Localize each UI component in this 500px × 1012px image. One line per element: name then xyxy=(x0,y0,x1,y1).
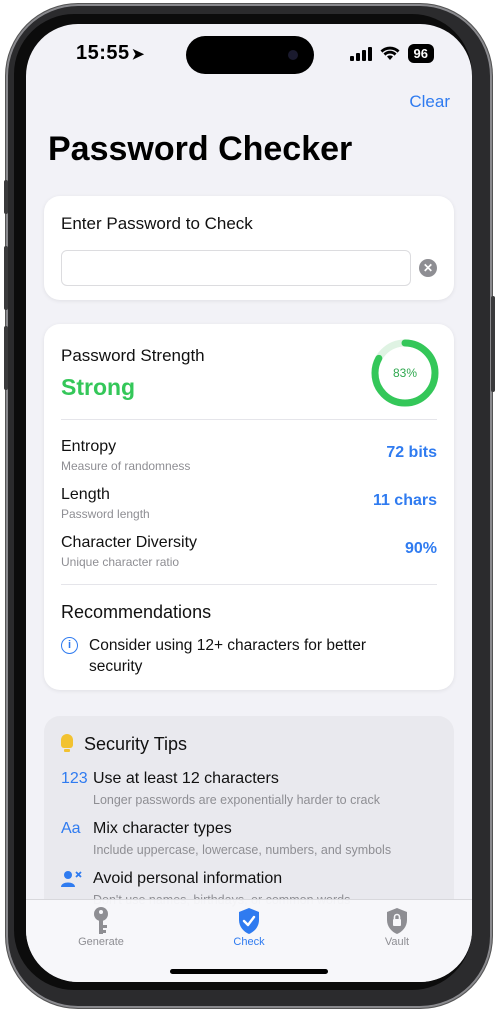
tab-generate[interactable]: Generate xyxy=(56,906,146,948)
shield-check-icon xyxy=(204,906,294,936)
cellular-signal-icon xyxy=(349,46,372,61)
tip-item: 123 Use at least 12 characters Longer pa… xyxy=(61,770,437,807)
lock-icon xyxy=(352,906,442,936)
location-arrow-icon: ➤ xyxy=(131,46,145,63)
tip-sub: Include uppercase, lowercase, numbers, a… xyxy=(93,843,392,857)
tips-title: Security Tips xyxy=(84,734,188,754)
numbers-icon: 123 xyxy=(61,770,88,787)
input-label: Enter Password to Check xyxy=(61,214,253,233)
clear-input-icon[interactable]: ✕ xyxy=(419,259,437,277)
volume-down-button xyxy=(4,326,8,390)
password-input-card: Enter Password to Check ✕ xyxy=(44,196,454,300)
strength-card: Password Strength Strong 83% Entropy Mea… xyxy=(44,324,454,690)
recommendations-title: Recommendations xyxy=(61,602,212,622)
password-input[interactable] xyxy=(61,250,411,286)
recommendation-item: i Consider using 12+ characters for bett… xyxy=(61,635,389,677)
screen: 15:55 ➤ 96 Clear Password Checker Enter P… xyxy=(26,24,472,982)
metric-sub: Measure of randomness xyxy=(61,459,191,473)
status-time: 15:55 ➤ xyxy=(76,42,145,65)
tip-sub: Longer passwords are exponentially harde… xyxy=(93,793,380,807)
camera-icon xyxy=(288,50,298,60)
info-icon: i xyxy=(61,637,78,654)
action-button xyxy=(4,180,8,214)
tab-label: Check xyxy=(233,936,265,948)
metric-label: Character Diversity xyxy=(61,534,198,551)
text-case-icon: Aa xyxy=(61,820,81,837)
metric-value: 90% xyxy=(404,540,437,557)
metric-entropy: Entropy Measure of randomness 72 bits xyxy=(61,438,437,473)
metric-value: 11 chars xyxy=(372,492,437,509)
clear-button[interactable]: Clear xyxy=(409,92,450,112)
tip-main: Use at least 12 characters xyxy=(93,770,279,787)
divider xyxy=(61,584,437,585)
tip-main: Avoid personal information xyxy=(93,870,283,887)
tab-label: Vault xyxy=(384,936,410,948)
tab-label: Generate xyxy=(78,936,124,948)
metric-value: 72 bits xyxy=(386,444,437,461)
divider xyxy=(61,419,437,420)
status-indicators: 96 xyxy=(349,44,434,63)
tab-vault[interactable]: Vault xyxy=(352,906,442,948)
wifi-icon xyxy=(380,46,400,60)
person-x-icon xyxy=(61,870,89,893)
strength-value: Strong xyxy=(61,374,136,400)
tip-item: Aa Mix character types Include uppercase… xyxy=(61,820,437,857)
metric-label: Entropy xyxy=(61,438,117,455)
metric-sub: Unique character ratio xyxy=(61,555,180,569)
tip-main: Mix character types xyxy=(93,820,232,837)
strength-label: Password Strength xyxy=(61,346,205,365)
home-indicator xyxy=(170,969,328,974)
tab-bar: Generate Check Vault xyxy=(26,899,472,982)
metric-length: Length Password length 11 chars xyxy=(61,486,437,521)
volume-up-button xyxy=(4,246,8,310)
time-text: 15:55 xyxy=(76,42,130,64)
metric-diversity: Character Diversity Unique character rat… xyxy=(61,534,437,569)
lightbulb-icon xyxy=(61,734,73,752)
recommendation-text: Consider using 12+ characters for better… xyxy=(89,637,366,675)
power-button xyxy=(491,296,495,392)
tab-check[interactable]: Check xyxy=(204,906,294,948)
key-icon xyxy=(56,906,146,936)
strength-percent: 83% xyxy=(392,366,418,380)
page-title: Password Checker xyxy=(48,130,353,168)
battery-indicator: 96 xyxy=(407,44,434,63)
dynamic-island xyxy=(186,36,314,74)
